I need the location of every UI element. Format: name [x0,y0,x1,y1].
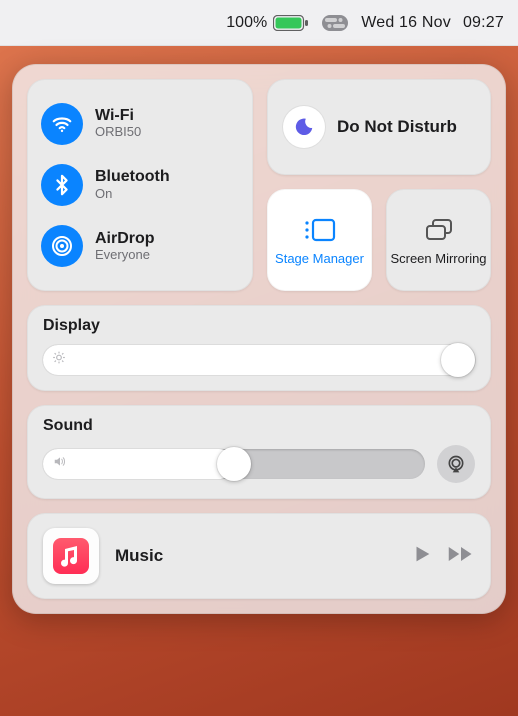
brightness-thumb[interactable] [441,343,475,377]
now-playing-module[interactable]: Music [27,513,491,599]
music-app-icon [43,528,99,584]
moon-icon [283,106,325,148]
wifi-subtitle: ORBI50 [95,125,141,140]
stage-manager-icon [303,214,337,246]
control-center-panel: Wi-Fi ORBI50 Bluetooth On [12,64,506,614]
battery-percent-label: 100% [226,14,267,32]
top-row: Wi-Fi ORBI50 Bluetooth On [27,79,491,291]
screen-mirroring-icon [424,214,454,246]
volume-icon [52,455,68,474]
sound-module: Sound [27,405,491,499]
bluetooth-toggle[interactable]: Bluetooth On [41,164,239,206]
battery-icon [273,15,309,31]
date-label: Wed 16 Nov [361,14,451,32]
brightness-icon [52,351,66,370]
sound-label: Sound [43,417,475,435]
wifi-title: Wi-Fi [95,107,141,125]
display-label: Display [43,317,475,335]
airdrop-title: AirDrop [95,230,155,248]
display-module: Display [27,305,491,391]
play-button[interactable] [411,543,433,570]
focus-label: Do Not Disturb [337,117,457,137]
airplay-audio-button[interactable] [437,445,475,483]
screen-mirroring-label: Screen Mirroring [390,252,486,266]
connectivity-module: Wi-Fi ORBI50 Bluetooth On [27,79,253,291]
battery-status[interactable]: 100% [226,14,309,32]
clock[interactable]: Wed 16 Nov 09:27 [361,14,504,32]
bluetooth-title: Bluetooth [95,168,170,186]
airdrop-subtitle: Everyone [95,248,155,263]
brightness-slider[interactable] [43,345,475,375]
airdrop-icon [41,225,83,267]
next-track-button[interactable] [447,543,475,570]
stage-manager-label: Stage Manager [275,252,364,266]
volume-slider[interactable] [43,449,425,479]
bluetooth-subtitle: On [95,187,170,202]
volume-thumb[interactable] [217,447,251,481]
focus-toggle[interactable]: Do Not Disturb [267,79,491,175]
wifi-icon [41,103,83,145]
menu-bar: 100% Wed 16 Nov 09:27 [0,0,518,46]
time-label: 09:27 [463,14,504,32]
airdrop-toggle[interactable]: AirDrop Everyone [41,225,239,267]
small-modules-row: Stage Manager Screen Mirroring [267,189,491,291]
control-center-icon[interactable] [321,14,349,32]
screen-mirroring-toggle[interactable]: Screen Mirroring [386,189,491,291]
top-right-column: Do Not Disturb Stage Manager [267,79,491,291]
now-playing-title: Music [115,546,395,566]
bluetooth-icon [41,164,83,206]
wifi-toggle[interactable]: Wi-Fi ORBI50 [41,103,239,145]
stage-manager-toggle[interactable]: Stage Manager [267,189,372,291]
